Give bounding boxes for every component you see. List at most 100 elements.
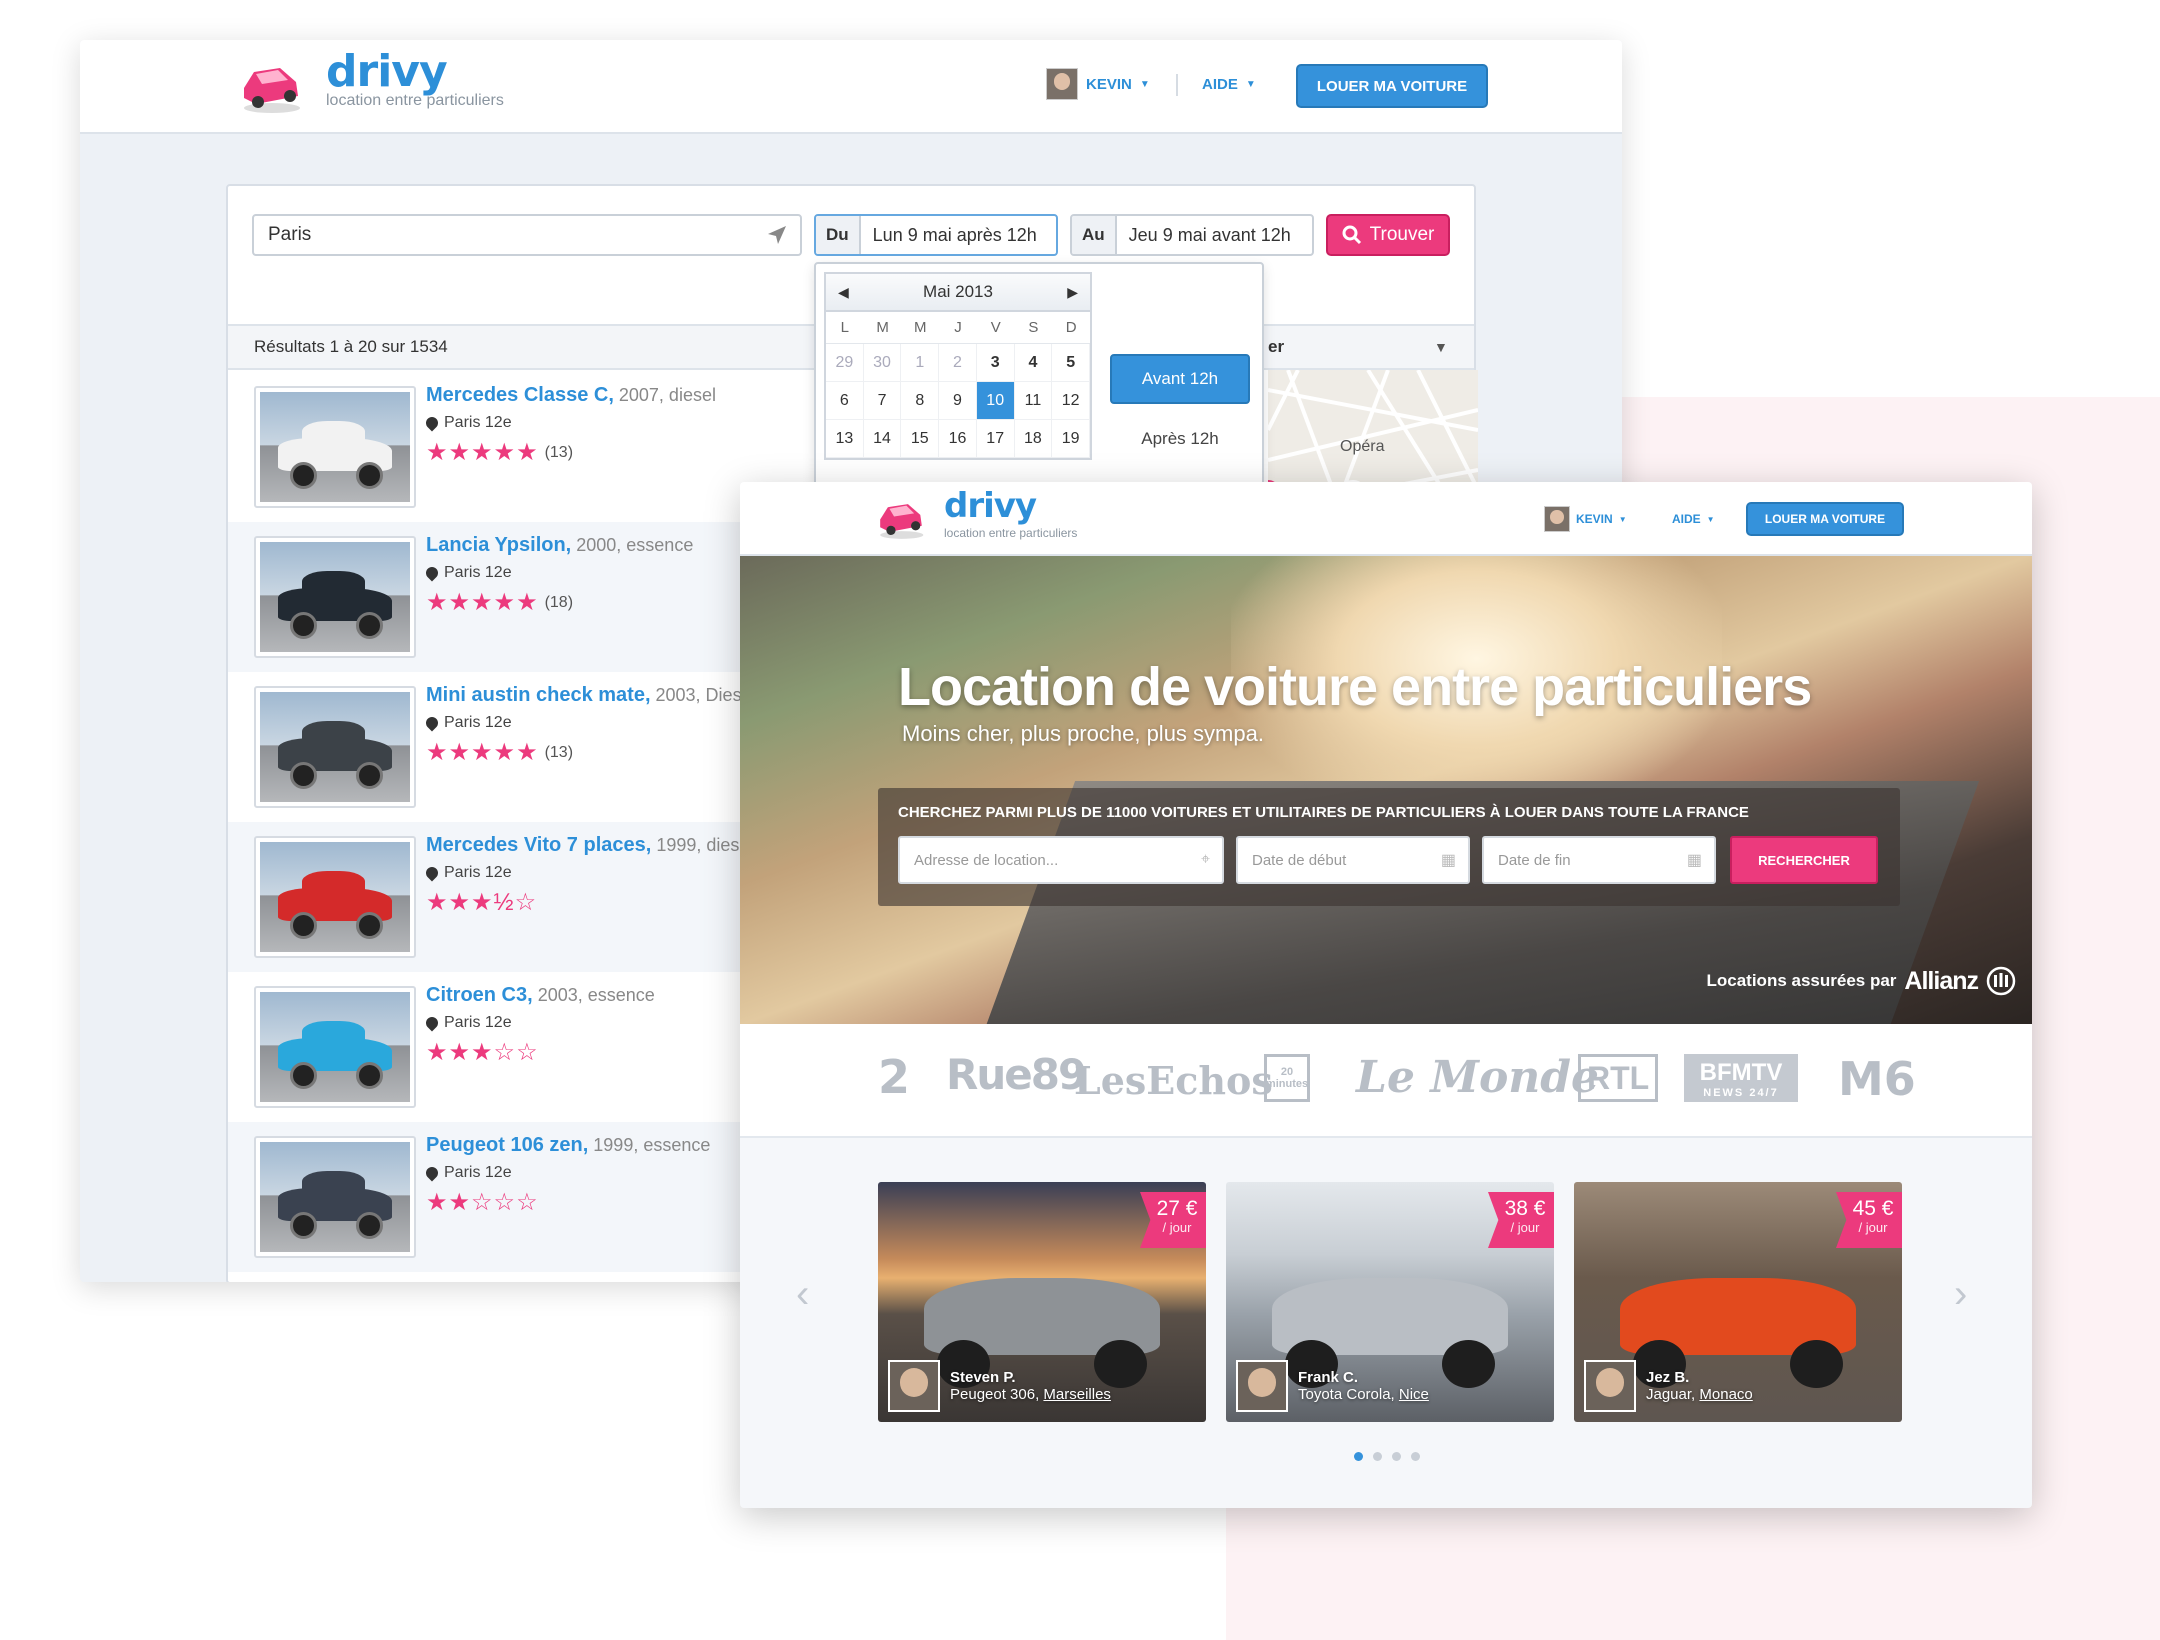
address-input[interactable]: Adresse de location... ⌖ (898, 836, 1224, 884)
car-wheel (290, 762, 317, 789)
car-wheel (356, 612, 383, 639)
car-wheel (356, 1212, 383, 1239)
carousel-next-icon[interactable]: › (1954, 1272, 1967, 1317)
end-date-input[interactable]: Date de fin ▦ (1482, 836, 1716, 884)
press-logo-lemonde: Le Monde (1356, 1052, 1600, 1103)
start-date-input[interactable]: Date de début ▦ (1236, 836, 1470, 884)
weekday-label: M (914, 319, 927, 336)
result-title[interactable]: Mini austin check mate, 2003, Dies (426, 684, 742, 707)
calendar-day[interactable]: 1 (901, 344, 940, 382)
carousel-prev-icon[interactable]: ‹ (796, 1272, 809, 1317)
date-picker: ◀ Mai 2013 ▶ LMMJVSD 29 30 1 2 3 4 5 6 7 8 9 10 11 12… (814, 262, 1264, 492)
owner-car: Toyota Corola, Nice (1298, 1386, 1429, 1403)
car-photo[interactable] (254, 1136, 416, 1258)
brand-name[interactable]: drivy (326, 46, 448, 97)
help-menu[interactable]: AIDE ▼ (1672, 512, 1715, 526)
carousel-dot[interactable] (1411, 1452, 1420, 1461)
press-logo-france2: 2 (878, 1050, 911, 1104)
time-slot-before-noon[interactable]: Avant 12h (1110, 354, 1250, 404)
car-wheel (1790, 1340, 1843, 1389)
review-count: (13) (544, 443, 574, 461)
calendar-day[interactable]: 18 (1014, 420, 1053, 458)
help-menu[interactable]: AIDE ▼ (1202, 76, 1256, 93)
car-card[interactable]: 38 € / jour Frank C. Toyota Corola, Nice (1226, 1182, 1554, 1422)
result-title[interactable]: Peugeot 106 zen, 1999, essence (426, 1134, 710, 1157)
car-card[interactable]: 27 € / jour Steven P. Peugeot 306, Marseill… (878, 1182, 1206, 1422)
rating-stars: ★★★☆☆ (426, 1038, 545, 1067)
owner-city-link[interactable]: Nice (1399, 1386, 1429, 1403)
sort-dropdown-icon[interactable]: ▼ (1434, 339, 1448, 355)
car-wheel (356, 462, 383, 489)
location-value: Paris (268, 224, 312, 245)
owner-avatar (1236, 1360, 1288, 1412)
price-tag: 45 € / jour (1836, 1192, 1902, 1248)
insurance-notice: Locations assurées par Allianz (1707, 966, 2017, 996)
hero-search-title: CHERCHEZ PARMI PLUS DE 11000 VOITURES ET… (898, 804, 1749, 821)
calendar-day[interactable]: 6 (826, 382, 864, 420)
calendar-day[interactable]: 5 (1052, 344, 1090, 382)
calendar-day[interactable]: 30 (863, 344, 902, 382)
calendar-day[interactable]: 4 (1014, 344, 1053, 382)
carousel-dot[interactable] (1392, 1452, 1401, 1461)
calendar-day[interactable]: 13 (826, 420, 864, 458)
next-month-icon[interactable]: ▶ (1067, 284, 1078, 301)
find-label: Trouver (1369, 224, 1435, 245)
owner-city-link[interactable]: Marseilles (1043, 1386, 1111, 1403)
calendar-day[interactable]: 19 (1052, 420, 1090, 458)
car-photo[interactable] (254, 836, 416, 958)
result-title[interactable]: Mercedes Vito 7 places, 1999, diesel (426, 834, 753, 857)
chevron-down-icon: ▼ (1139, 78, 1150, 90)
car-photo[interactable] (254, 536, 416, 658)
prev-month-icon[interactable]: ◀ (838, 284, 849, 301)
result-location: Paris 12e (423, 714, 512, 732)
calendar-day[interactable]: 9 (939, 382, 977, 420)
user-menu[interactable]: KEVIN ▼ (1544, 506, 1627, 532)
owner-city-link[interactable]: Monaco (1699, 1386, 1752, 1403)
user-menu[interactable]: KEVIN ▼ (1046, 68, 1150, 100)
car-photo[interactable] (254, 686, 416, 808)
car-wheel (290, 912, 317, 939)
location-input[interactable]: Paris (252, 214, 802, 256)
geolocate-icon[interactable] (766, 224, 788, 246)
find-button[interactable]: Trouver (1326, 214, 1450, 256)
car-wheel (356, 912, 383, 939)
carousel-dot[interactable] (1373, 1452, 1382, 1461)
car-card[interactable]: 45 € / jour Jez B. Jaguar, Monaco (1574, 1182, 1902, 1422)
calendar-day[interactable]: 8 (901, 382, 940, 420)
calendar-week: 29 30 1 2 3 4 5 (826, 344, 1090, 382)
press-logo-m6: M6 (1838, 1052, 1916, 1106)
calendar-day[interactable]: 3 (976, 344, 1015, 382)
end-date-field[interactable]: Au Jeu 9 mai avant 12h (1070, 214, 1314, 256)
result-title[interactable]: Lancia Ypsilon, 2000, essence (426, 534, 693, 557)
top-navbar: drivy location entre particuliers KEVIN … (80, 40, 1622, 134)
rent-my-car-button[interactable]: LOUER MA VOITURE (1296, 64, 1488, 108)
location-pin-icon: ⌖ (1200, 851, 1210, 868)
start-date-value: Lun 9 mai après 12h (872, 224, 1037, 245)
start-date-field[interactable]: Du Lun 9 mai après 12h (814, 214, 1058, 256)
rent-my-car-button[interactable]: LOUER MA VOITURE (1746, 502, 1904, 536)
result-meta: 1999, essence (588, 1135, 711, 1155)
calendar-day[interactable]: 14 (863, 420, 902, 458)
brand-name[interactable]: drivy (944, 486, 1037, 526)
owner-car: Peugeot 306, Marseilles (950, 1386, 1111, 1403)
result-title[interactable]: Citroen C3, 2003, essence (426, 984, 655, 1007)
calendar-day[interactable]: 12 (1052, 382, 1090, 420)
calendar-day[interactable]: 16 (939, 420, 977, 458)
calendar-day[interactable]: 2 (939, 344, 977, 382)
search-button[interactable]: RECHERCHER (1730, 836, 1878, 884)
calendar-day[interactable]: 15 (901, 420, 940, 458)
time-slot-after-noon[interactable]: Après 12h (1110, 414, 1250, 464)
calendar-day[interactable]: 17 (976, 420, 1015, 458)
result-title[interactable]: Mercedes Classe C, 2007, diesel (426, 384, 716, 407)
car-photo[interactable] (254, 986, 416, 1108)
calendar-icon: ▦ (1440, 852, 1456, 869)
calendar-day[interactable]: 7 (863, 382, 902, 420)
calendar-day[interactable]: 10 (976, 382, 1015, 420)
car-photo[interactable] (254, 386, 416, 508)
weekday-label: J (954, 319, 962, 336)
carousel-dot[interactable] (1354, 1452, 1363, 1461)
owner-car: Jaguar, Monaco (1646, 1386, 1753, 1403)
calendar-day[interactable]: 29 (826, 344, 864, 382)
owner-avatar (1584, 1360, 1636, 1412)
calendar-day[interactable]: 11 (1014, 382, 1053, 420)
